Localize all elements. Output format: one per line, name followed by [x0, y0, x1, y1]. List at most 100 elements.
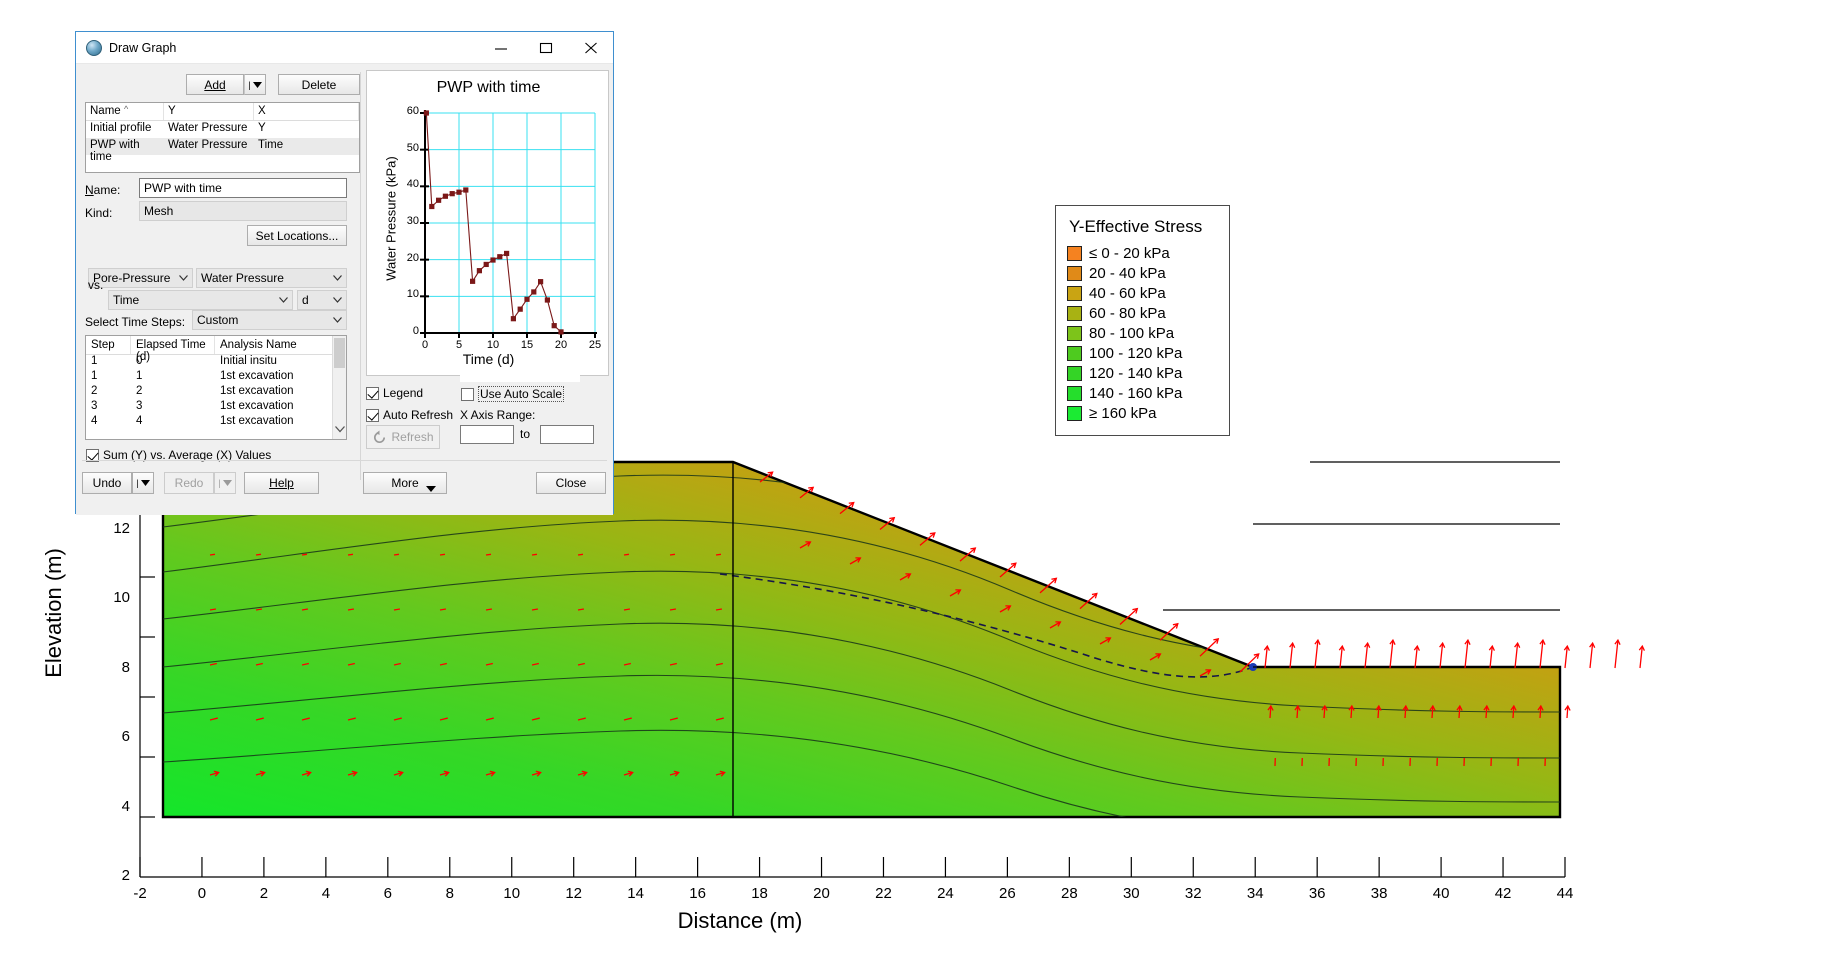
add-button[interactable]: Add	[186, 74, 244, 95]
x-axis-range-to-input[interactable]	[540, 425, 594, 444]
analysis-cell: 1st excavation	[220, 400, 294, 412]
grid-cell-x: Y	[258, 122, 266, 134]
auto-refresh-label: Auto Refresh	[383, 408, 454, 422]
chart-y-tick-label: 30	[406, 215, 419, 227]
chart-x-tick-label: 0	[421, 339, 429, 351]
grid-row[interactable]: Initial profile Water Pressure Y	[86, 121, 359, 138]
chart-y-tick-label: 40	[406, 178, 419, 191]
chevron-down-icon	[333, 275, 342, 281]
table-row[interactable]: 4 4 1st excavation	[86, 415, 346, 430]
chart-edit-field[interactable]	[460, 368, 580, 382]
undo-dropdown-button[interactable]: |	[132, 472, 154, 494]
redo-dropdown-button[interactable]: |	[214, 472, 236, 494]
legend-item: ≥ 160 kPa	[1067, 405, 1218, 422]
help-button[interactable]: Help	[244, 472, 319, 494]
name-input[interactable]: PWP with time	[139, 178, 347, 198]
table-row[interactable]: 1 0 Initial insitu	[86, 355, 346, 370]
scrollbar-thumb[interactable]	[334, 338, 345, 368]
dialog-title-bar[interactable]: Draw Graph	[76, 32, 613, 64]
right-pane-divider	[360, 380, 361, 480]
legend-item: 100 - 120 kPa	[1067, 345, 1218, 362]
graph-list-grid[interactable]: Name Y X ^ Initial profile Water Pressur…	[85, 102, 360, 173]
analysis-name-column-header: Analysis Name	[215, 336, 335, 354]
time-unit-select[interactable]: d	[297, 290, 347, 310]
time-steps-value: Custom	[197, 313, 239, 327]
close-icon[interactable]	[568, 32, 613, 63]
x-tick-label: 26	[999, 885, 1016, 902]
legend-item: 140 - 160 kPa	[1067, 385, 1218, 402]
legend-title: Y-Effective Stress	[1069, 217, 1203, 236]
x-tick-label: 8	[445, 885, 454, 902]
help-label: Help	[269, 476, 294, 490]
step-cell: 2	[91, 385, 98, 397]
legend-item-label: ≤ 0 - 20 kPa	[1089, 245, 1170, 262]
refresh-label: Refresh	[391, 430, 434, 444]
add-dropdown-button[interactable]: |	[244, 74, 266, 95]
draw-graph-dialog[interactable]: Draw Graph Add | Delete Name Y X ^ Initi…	[75, 31, 614, 515]
soil-domain	[161, 460, 1562, 819]
legend-checkbox[interactable]: Legend	[366, 386, 423, 400]
table-row[interactable]: 2 2 1st excavation	[86, 385, 346, 400]
kind-field[interactable]: Mesh	[139, 201, 347, 221]
chevron-down-icon	[333, 317, 342, 323]
grid-header-x[interactable]: X	[254, 103, 359, 120]
legend-item: ≤ 0 - 20 kPa	[1067, 245, 1218, 262]
grid-row-selected[interactable]: PWP with time Water Pressure Time	[86, 138, 359, 163]
chevron-down-icon	[333, 297, 342, 303]
use-auto-scale-checkbox[interactable]: Use Auto Scale	[461, 386, 565, 402]
table-row[interactable]: 3 3 1st excavation	[86, 400, 346, 415]
more-button[interactable]: More	[363, 472, 447, 494]
y-tick-label: 4	[121, 797, 130, 815]
chevron-down-icon[interactable]	[335, 425, 345, 435]
x-tick-label: 42	[1494, 885, 1512, 902]
elapsed-cell: 4	[136, 415, 143, 427]
kind-label: Kind:	[85, 206, 113, 220]
chevron-down-icon	[426, 481, 436, 495]
legend-item-label: 100 - 120 kPa	[1089, 345, 1183, 362]
x-tick-label: 20	[813, 885, 830, 902]
minimize-icon[interactable]	[478, 32, 523, 63]
pore-pressure-select[interactable]: Pore-Pressure	[88, 268, 193, 288]
elapsed-cell: 3	[136, 400, 143, 412]
grid-cell-name: Initial profile	[90, 122, 152, 134]
pwp-chart-panel: PWP with time Water Pressure (kPa) Time …	[366, 70, 609, 376]
time-steps-table[interactable]: Step Elapsed Time (d) Analysis Name 1 0 In…	[85, 335, 347, 440]
x-tick-label: 14	[627, 885, 644, 902]
time-unit-value: d	[302, 293, 309, 307]
x-tick-label: 0	[197, 885, 207, 902]
auto-refresh-checkbox[interactable]: Auto Refresh	[366, 408, 453, 422]
more-label: More	[391, 476, 419, 490]
step-column-header: Step	[86, 336, 131, 354]
grid-header-row: Name Y X ^	[86, 103, 359, 121]
delete-button[interactable]: Delete	[278, 74, 360, 95]
undo-button[interactable]: Undo	[82, 472, 132, 494]
water-pressure-select[interactable]: Water Pressure	[196, 268, 347, 288]
legend-panel: Y-Effective Stress ≤ 0 - 20 kPa 20 - 40 k…	[1055, 205, 1230, 436]
select-time-steps-select[interactable]: Custom	[192, 310, 347, 330]
vs-select[interactable]: Time	[108, 290, 293, 310]
app-icon	[86, 39, 102, 56]
redo-button[interactable]: Redo	[164, 472, 214, 494]
table-row[interactable]: 1 1 1st excavation	[86, 370, 346, 385]
grid-header-y[interactable]: Y	[164, 103, 254, 120]
elapsed-cell: 0	[136, 355, 143, 367]
chevron-down-icon	[179, 275, 188, 281]
close-button[interactable]: Close	[536, 472, 606, 494]
refresh-button[interactable]: Refresh	[366, 425, 440, 449]
x-axis-range-to-label: to	[520, 427, 531, 441]
chart-x-tick-label: 15	[520, 339, 534, 351]
dialog-title: Draw Graph	[109, 40, 177, 55]
y-tick-label: 12	[113, 519, 130, 537]
chart-x-tick-label: 5	[455, 339, 463, 351]
x-tick-label: 34	[1246, 885, 1264, 902]
maximize-icon[interactable]	[523, 32, 568, 63]
time-steps-scrollbar[interactable]	[332, 336, 346, 439]
name-label: Name:	[85, 183, 121, 197]
x-tick-label: 16	[689, 885, 706, 902]
name-input-value: PWP with time	[144, 181, 222, 195]
set-locations-button[interactable]: Set Locations...	[247, 225, 347, 246]
legend-color-swatch	[1067, 246, 1082, 261]
x-axis-range-from-input[interactable]	[460, 425, 514, 444]
add-button-label: Add	[204, 77, 226, 92]
legend-item-label: 80 - 100 kPa	[1089, 325, 1175, 342]
